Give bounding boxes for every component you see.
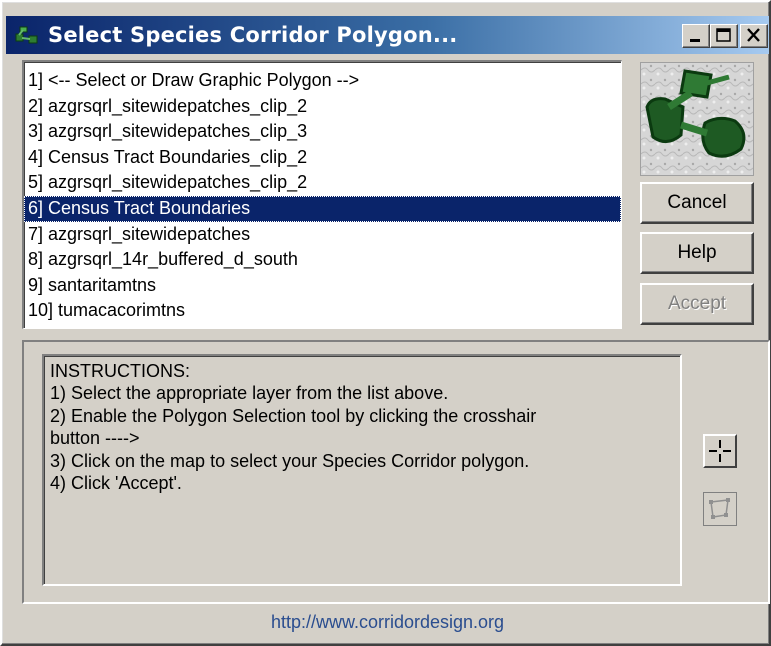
layer-list-item[interactable]: 1] <-- Select or Draw Graphic Polygon --… [24, 68, 621, 94]
polygon-select-icon [709, 498, 730, 519]
layer-list-item[interactable]: 9] santaritamtns [24, 273, 621, 299]
cancel-button[interactable]: Cancel [640, 182, 754, 224]
layer-list-item[interactable]: 2] azgrsqrl_sitewidepatches_clip_2 [24, 94, 621, 120]
close-button[interactable] [740, 24, 768, 48]
close-icon [747, 28, 760, 42]
instructions-group: INSTRUCTIONS: 1) Select the appropriate l… [22, 340, 770, 604]
layer-list-item[interactable]: 6] Census Tract Boundaries [24, 195, 621, 222]
instruction-line: 3) Click on the map to select your Speci… [50, 450, 530, 471]
maximize-icon [716, 28, 731, 42]
help-button[interactable]: Help [640, 232, 754, 274]
accept-button[interactable]: Accept [640, 283, 754, 325]
crosshair-tool-button[interactable] [703, 434, 737, 468]
crosshair-icon [709, 440, 731, 462]
layer-list-item[interactable]: 10] tumacacorimtns [24, 298, 621, 324]
polygon-select-button[interactable] [703, 492, 737, 526]
instruction-line: INSTRUCTIONS: [50, 361, 191, 381]
minimize-icon [690, 39, 700, 42]
instructions-panel: INSTRUCTIONS: 1) Select the appropriate l… [42, 354, 682, 586]
layer-list-item[interactable]: 8] azgrsqrl_14r_buffered_d_south [24, 247, 621, 273]
instruction-line: 1) Select the appropriate layer from the… [50, 383, 449, 404]
layer-list-item[interactable]: 4] Census Tract Boundaries_clip_2 [24, 145, 621, 171]
minimize-button[interactable] [682, 24, 710, 48]
instruction-line: 4) Click 'Accept'. [50, 473, 182, 494]
layer-list-item[interactable]: 7] azgrsqrl_sitewidepatches [24, 222, 621, 248]
title-bar[interactable]: Select Species Corridor Polygon... [6, 16, 769, 54]
maximize-button[interactable] [710, 24, 738, 48]
website-link[interactable]: http://www.corridordesign.org [2, 612, 771, 633]
corridor-app-icon [15, 26, 38, 44]
layer-list-item[interactable]: 5] azgrsqrl_sitewidepatches_clip_2 [24, 170, 621, 196]
window-title: Select Species Corridor Polygon... [48, 23, 458, 47]
dialog-window: Select Species Corridor Polygon... 1] <-… [0, 0, 771, 646]
instruction-line: button ----> [50, 428, 140, 449]
layer-list-item[interactable]: 3] azgrsqrl_sitewidepatches_clip_3 [24, 119, 621, 145]
instruction-line: 2) Enable the Polygon Selection tool by … [50, 405, 537, 426]
corridor-designer-logo [640, 62, 754, 176]
layer-listbox[interactable]: 1] <-- Select or Draw Graphic Polygon --… [22, 60, 622, 329]
